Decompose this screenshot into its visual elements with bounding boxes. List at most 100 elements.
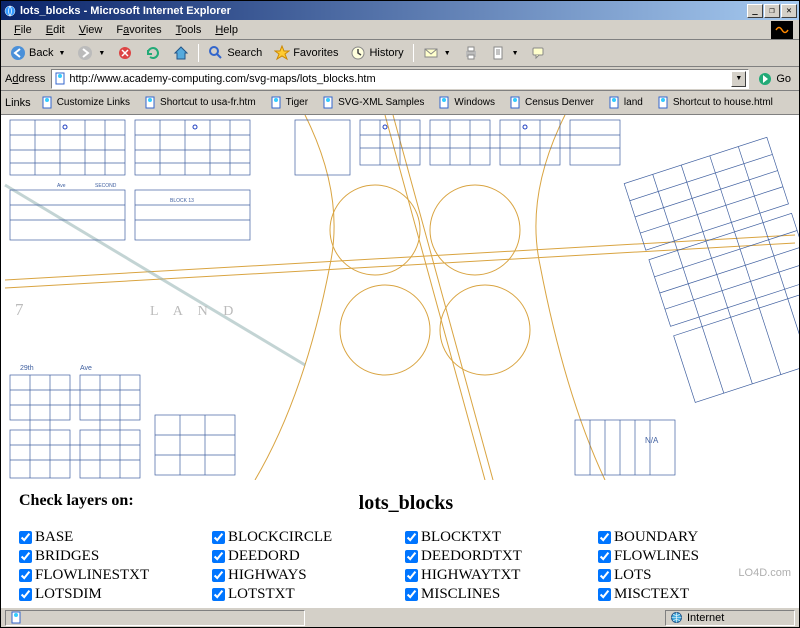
- ie-throbber-icon: [771, 21, 793, 39]
- layer-misclines[interactable]: MISCLINES: [405, 586, 588, 603]
- layer-deedordtxt[interactable]: DEEDORDTXT: [405, 548, 588, 565]
- layer-blockcircle[interactable]: BLOCKCIRCLE: [212, 529, 395, 546]
- stop-icon: [117, 45, 133, 61]
- link-item-5[interactable]: Census Denver: [503, 94, 600, 111]
- search-button[interactable]: Search: [203, 42, 267, 64]
- layer-highwaytxt[interactable]: HIGHWAYTXT: [405, 567, 588, 584]
- layer-checkbox[interactable]: [19, 550, 32, 563]
- layer-lots[interactable]: LOTS: [598, 567, 781, 584]
- svg-map[interactable]: L A N D 7 29th Ave Ave N/A BLOCK 13 SECO…: [1, 115, 799, 480]
- link-item-0[interactable]: Customize Links: [35, 94, 136, 111]
- link-item-4[interactable]: Windows: [432, 94, 501, 111]
- layer-checkbox[interactable]: [598, 531, 611, 544]
- close-button[interactable]: ✕: [781, 4, 797, 18]
- layer-misctext[interactable]: MISCTEXT: [598, 586, 781, 603]
- layer-label: BLOCKCIRCLE: [228, 529, 332, 546]
- print-button[interactable]: [458, 42, 484, 64]
- layer-controls: Check layers on: lots_blocks BASE BLOCKC…: [1, 480, 799, 603]
- layer-flowlinestxt[interactable]: FLOWLINESTXT: [19, 567, 202, 584]
- layer-checkbox[interactable]: [598, 550, 611, 563]
- layer-label: MISCLINES: [421, 586, 500, 603]
- land-label: L A N D: [150, 304, 239, 319]
- forward-dropdown-icon: ▼: [98, 50, 105, 57]
- zone-7-label: 7: [15, 300, 24, 319]
- layer-label: LOTSTXT: [228, 586, 295, 603]
- discuss-icon: [531, 45, 547, 61]
- edit-dropdown-icon: ▼: [512, 50, 519, 57]
- check-layers-title: Check layers on:: [19, 492, 134, 515]
- menu-bar: File Edit View Favorites Tools Help: [1, 20, 799, 40]
- link-label: Tiger: [286, 97, 308, 108]
- maximize-button[interactable]: ❐: [764, 4, 780, 18]
- layer-checkbox[interactable]: [212, 569, 225, 582]
- menu-view[interactable]: View: [72, 22, 110, 38]
- status-zone: Internet: [665, 610, 795, 626]
- layer-checkbox[interactable]: [405, 569, 418, 582]
- link-label: Shortcut to usa-fr.htm: [160, 97, 256, 108]
- layer-checkbox[interactable]: [212, 550, 225, 563]
- layer-checkbox[interactable]: [212, 531, 225, 544]
- layer-checkbox[interactable]: [405, 550, 418, 563]
- layer-label: BLOCKTXT: [421, 529, 501, 546]
- page-icon: [608, 96, 621, 109]
- layer-checkbox[interactable]: [19, 531, 32, 544]
- page-icon: [657, 96, 670, 109]
- menu-favorites[interactable]: Favorites: [109, 22, 168, 38]
- link-item-6[interactable]: land: [602, 94, 649, 111]
- layer-checkbox[interactable]: [598, 588, 611, 601]
- layer-base[interactable]: BASE: [19, 529, 202, 546]
- street-29th-label: 29th: [20, 365, 34, 372]
- mail-icon: [423, 45, 439, 61]
- mail-button[interactable]: ▼: [418, 42, 456, 64]
- address-input[interactable]: [67, 73, 731, 85]
- layer-checkbox[interactable]: [19, 588, 32, 601]
- address-dropdown-button[interactable]: ▼: [731, 71, 746, 87]
- back-button[interactable]: Back ▼: [5, 42, 70, 64]
- history-label: History: [369, 47, 403, 59]
- layer-checkbox[interactable]: [19, 569, 32, 582]
- layer-highways[interactable]: HIGHWAYS: [212, 567, 395, 584]
- toolbar-separator: [413, 44, 414, 62]
- layer-bridges[interactable]: BRIDGES: [19, 548, 202, 565]
- favorites-button[interactable]: Favorites: [269, 42, 343, 64]
- go-label: Go: [776, 73, 791, 85]
- forward-button[interactable]: ▼: [72, 42, 110, 64]
- layer-deedord[interactable]: DEEDORD: [212, 548, 395, 565]
- refresh-button[interactable]: [140, 42, 166, 64]
- menu-edit[interactable]: Edit: [39, 22, 72, 38]
- layer-checkbox[interactable]: [212, 588, 225, 601]
- home-button[interactable]: [168, 42, 194, 64]
- page-icon: [438, 96, 451, 109]
- layer-boundary[interactable]: BOUNDARY: [598, 529, 781, 546]
- link-item-2[interactable]: Tiger: [264, 94, 314, 111]
- layer-flowlines[interactable]: FLOWLINES: [598, 548, 781, 565]
- discuss-button[interactable]: [526, 42, 552, 64]
- internet-zone-icon: [670, 611, 683, 624]
- stop-button[interactable]: [112, 42, 138, 64]
- layer-checkbox[interactable]: [405, 588, 418, 601]
- menu-file[interactable]: File: [7, 22, 39, 38]
- toolbar-separator: [198, 44, 199, 62]
- home-icon: [173, 45, 189, 61]
- link-item-1[interactable]: Shortcut to usa-fr.htm: [138, 94, 262, 111]
- status-left: [5, 610, 305, 626]
- edit-icon: [491, 45, 507, 61]
- window-title: lots_blocks - Microsoft Internet Explore…: [20, 5, 746, 17]
- link-item-3[interactable]: SVG-XML Samples: [316, 94, 430, 111]
- layer-blocktxt[interactable]: BLOCKTXT: [405, 529, 588, 546]
- menu-tools[interactable]: Tools: [169, 22, 209, 38]
- back-dropdown-icon: ▼: [58, 50, 65, 57]
- layer-label: BOUNDARY: [614, 529, 698, 546]
- layer-checkbox[interactable]: [405, 531, 418, 544]
- link-label: Shortcut to house.html: [673, 97, 773, 108]
- history-button[interactable]: History: [345, 42, 408, 64]
- edit-button[interactable]: ▼: [486, 42, 524, 64]
- layer-checkbox[interactable]: [598, 569, 611, 582]
- layer-lotstxt[interactable]: LOTSTXT: [212, 586, 395, 603]
- menu-help[interactable]: Help: [208, 22, 245, 38]
- link-item-7[interactable]: Shortcut to house.html: [651, 94, 779, 111]
- go-button[interactable]: Go: [753, 71, 795, 87]
- favorites-label: Favorites: [293, 47, 338, 59]
- minimize-button[interactable]: _: [747, 4, 763, 18]
- layer-lotsdim[interactable]: LOTSDIM: [19, 586, 202, 603]
